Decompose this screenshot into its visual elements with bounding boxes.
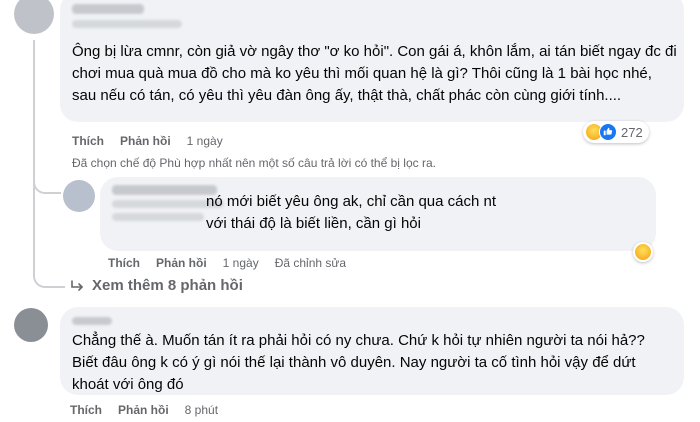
- thread-line: [33, 40, 35, 275]
- reply-button[interactable]: Phản hồi: [118, 403, 169, 417]
- more-replies-button[interactable]: Xem thêm 8 phản hồi: [70, 277, 243, 294]
- reaction-summary[interactable]: 272: [583, 121, 649, 143]
- reply-arrow-icon: [71, 279, 83, 291]
- reaction-summary[interactable]: [633, 242, 653, 262]
- reaction-count: 272: [621, 124, 643, 140]
- comment-text: Chẳng thế à. Muốn tán ít ra phải hỏi có …: [72, 332, 645, 393]
- avatar[interactable]: [63, 180, 95, 212]
- comment-text: Ông bị lừa cmnr, còn giả vờ ngây thơ "ơ …: [72, 43, 677, 104]
- author-name[interactable]: [72, 317, 112, 325]
- comment-actions: Thích Phản hồi 8 phút: [70, 403, 218, 417]
- filter-notice: Đã chọn chế độ Phù hợp nhất nên một số c…: [72, 156, 436, 170]
- thread-connector: [33, 262, 65, 288]
- reply-text: nó mới biết yêu ông ak, chỉ cần qua cách…: [206, 193, 497, 232]
- reply-button[interactable]: Phản hồi: [156, 256, 207, 270]
- author-name[interactable]: [112, 185, 217, 195]
- reply-button[interactable]: Phản hồi: [120, 134, 171, 148]
- timestamp[interactable]: 1 ngày: [187, 134, 223, 148]
- comment-actions: Thích Phản hồi 1 ngày: [72, 134, 223, 148]
- timestamp[interactable]: 1 ngày: [223, 256, 259, 270]
- like-button[interactable]: Thích: [108, 256, 140, 270]
- edited-label: Đã chỉnh sửa: [274, 256, 347, 270]
- avatar[interactable]: [14, 308, 48, 342]
- author-name[interactable]: [72, 4, 144, 14]
- like-icon: [599, 123, 617, 141]
- thread-connector: [33, 168, 61, 194]
- author-badge: [72, 20, 182, 28]
- like-button[interactable]: Thích: [70, 403, 102, 417]
- haha-icon: [634, 243, 652, 261]
- reply-actions: Thích Phản hồi 1 ngày Đã chỉnh sửa: [108, 256, 346, 270]
- author-badge: [112, 213, 204, 221]
- timestamp[interactable]: 8 phút: [185, 403, 218, 417]
- avatar[interactable]: [14, 0, 54, 34]
- like-button[interactable]: Thích: [72, 134, 104, 148]
- more-replies-label: Xem thêm 8 phản hồi: [92, 277, 243, 294]
